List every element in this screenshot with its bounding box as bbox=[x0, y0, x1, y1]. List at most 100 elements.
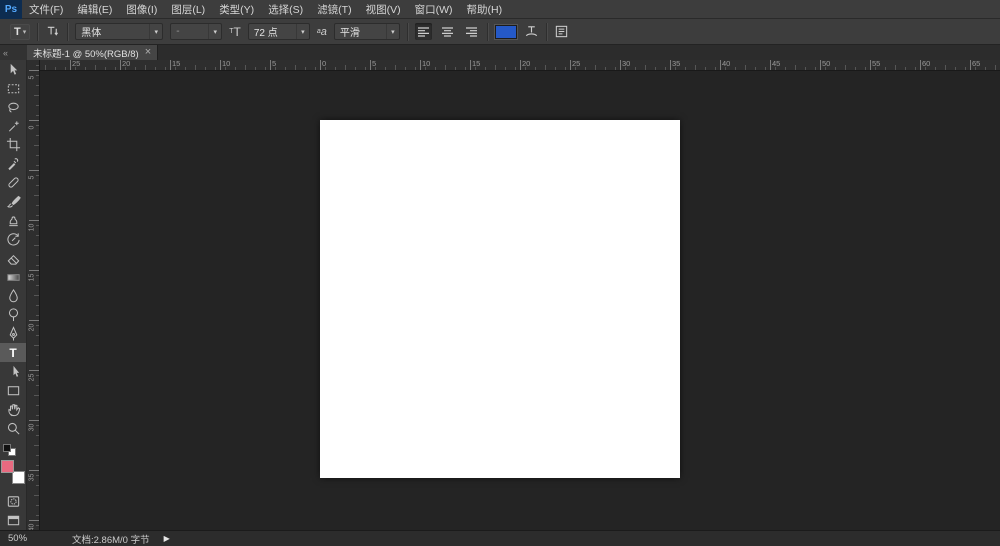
type-tool-icon: T bbox=[9, 346, 16, 360]
move-tool[interactable] bbox=[0, 60, 26, 79]
quick-selection-tool[interactable] bbox=[0, 117, 26, 136]
text-orientation-icon[interactable] bbox=[45, 24, 60, 39]
document-canvas[interactable] bbox=[320, 120, 680, 478]
tick-major bbox=[670, 60, 671, 70]
vtick-label: 0 bbox=[29, 122, 36, 134]
tick-minor bbox=[675, 67, 676, 70]
vtick-minor bbox=[34, 345, 39, 346]
align-right-button[interactable] bbox=[463, 23, 480, 40]
tick-minor bbox=[645, 65, 646, 70]
history-brush-tool[interactable] bbox=[0, 230, 26, 249]
tick-major bbox=[970, 60, 971, 70]
zoom-tool[interactable] bbox=[0, 419, 26, 438]
tick-minor bbox=[985, 67, 986, 70]
lasso-tool[interactable] bbox=[0, 98, 26, 117]
tick-label: 50 bbox=[822, 60, 830, 68]
anti-alias-select[interactable]: 平滑 ▾ bbox=[334, 23, 400, 40]
toolbar-collapse-button[interactable]: « bbox=[0, 45, 27, 60]
menu-edit[interactable]: 编辑(E) bbox=[70, 0, 119, 19]
font-style-value: - bbox=[176, 26, 204, 37]
tick-minor bbox=[725, 67, 726, 70]
crop-tool[interactable] bbox=[0, 136, 26, 155]
tick-minor bbox=[445, 65, 446, 70]
vertical-ruler[interactable]: 50510152025303540 bbox=[27, 60, 40, 530]
tick-label: 15 bbox=[172, 60, 180, 68]
menu-filter[interactable]: 滤镜(T) bbox=[310, 0, 358, 19]
tick-minor bbox=[405, 67, 406, 70]
font-size-value: 72 点 bbox=[254, 24, 292, 39]
screen-mode-button[interactable] bbox=[0, 511, 26, 530]
vtick-minor bbox=[36, 335, 39, 336]
menu-help[interactable]: 帮助(H) bbox=[460, 0, 510, 19]
tick-major bbox=[70, 60, 71, 70]
foreground-color-swatch[interactable] bbox=[1, 460, 14, 473]
rectangle-tool[interactable] bbox=[0, 381, 26, 400]
tick-minor bbox=[75, 67, 76, 70]
eyedropper-tool[interactable] bbox=[0, 154, 26, 173]
brush-tool[interactable] bbox=[0, 192, 26, 211]
type-tool[interactable]: T bbox=[0, 343, 26, 362]
blur-tool[interactable] bbox=[0, 287, 26, 306]
menu-file[interactable]: 文件(F) bbox=[22, 0, 70, 19]
vtick-label: 20 bbox=[29, 322, 36, 334]
align-left-button[interactable] bbox=[415, 23, 432, 40]
document-tab[interactable]: 未标题-1 @ 50%(RGB/8) × bbox=[27, 45, 158, 60]
warp-text-icon[interactable] bbox=[524, 24, 539, 39]
gradient-icon bbox=[6, 270, 21, 285]
dodge-tool[interactable] bbox=[0, 305, 26, 324]
tick-minor bbox=[895, 65, 896, 70]
pen-tool[interactable] bbox=[0, 324, 26, 343]
tick-minor bbox=[475, 67, 476, 70]
tick-minor bbox=[395, 65, 396, 70]
vtick-minor bbox=[34, 145, 39, 146]
menu-image[interactable]: 图像(I) bbox=[119, 0, 164, 19]
tick-minor bbox=[825, 67, 826, 70]
zoom-level-field[interactable]: 50% bbox=[0, 533, 60, 544]
vtick-minor bbox=[36, 85, 39, 86]
tick-minor bbox=[245, 65, 246, 70]
path-selection-tool[interactable] bbox=[0, 362, 26, 381]
separator bbox=[67, 23, 68, 41]
menu-layer[interactable]: 图层(L) bbox=[164, 0, 212, 19]
font-style-select[interactable]: - ▾ bbox=[170, 23, 222, 40]
tick-minor bbox=[465, 67, 466, 70]
vtick-minor bbox=[36, 235, 39, 236]
type-tool-preset-icon: T bbox=[14, 26, 21, 38]
default-colors-button[interactable] bbox=[3, 444, 16, 457]
status-popup-arrow-icon[interactable]: ▶ bbox=[164, 534, 170, 543]
gradient-tool[interactable] bbox=[0, 268, 26, 287]
font-family-select[interactable]: 黑体 ▾ bbox=[75, 23, 163, 40]
clone-stamp-tool[interactable] bbox=[0, 211, 26, 230]
menu-window[interactable]: 窗口(W) bbox=[408, 0, 460, 19]
eraser-icon bbox=[6, 251, 21, 266]
align-center-button[interactable] bbox=[439, 23, 456, 40]
tick-minor bbox=[665, 67, 666, 70]
font-size-icon-large: T bbox=[234, 25, 241, 39]
text-color-swatch[interactable] bbox=[495, 25, 517, 39]
font-size-select[interactable]: 72 点 ▾ bbox=[248, 23, 310, 40]
tool-preset-picker[interactable]: T ▾ bbox=[10, 24, 30, 40]
vtick-minor bbox=[34, 95, 39, 96]
menu-type[interactable]: 类型(Y) bbox=[212, 0, 261, 19]
horizontal-ruler[interactable]: 25201510505101520253035404550556065 bbox=[40, 60, 1000, 71]
clone-stamp-icon bbox=[6, 213, 21, 228]
tick-label: 55 bbox=[872, 60, 880, 68]
quick-mask-button[interactable] bbox=[0, 492, 26, 511]
tick-minor bbox=[535, 67, 536, 70]
menu-select[interactable]: 选择(S) bbox=[261, 0, 310, 19]
vtick-label: 5 bbox=[29, 72, 36, 84]
eraser-tool[interactable] bbox=[0, 249, 26, 268]
tick-minor bbox=[785, 67, 786, 70]
tab-close-icon[interactable]: × bbox=[145, 48, 151, 57]
toggle-panels-icon[interactable] bbox=[554, 24, 569, 39]
vtick-minor bbox=[36, 475, 39, 476]
document-tab-title: 未标题-1 @ 50%(RGB/8) bbox=[33, 46, 139, 60]
spot-healing-brush-tool[interactable] bbox=[0, 173, 26, 192]
tools-panel: T bbox=[0, 60, 27, 530]
menu-view[interactable]: 视图(V) bbox=[359, 0, 408, 19]
dodge-icon bbox=[6, 307, 21, 322]
tick-minor bbox=[655, 67, 656, 70]
hand-tool[interactable] bbox=[0, 400, 26, 419]
tick-label: 30 bbox=[622, 60, 630, 68]
rectangular-marquee-tool[interactable] bbox=[0, 79, 26, 98]
